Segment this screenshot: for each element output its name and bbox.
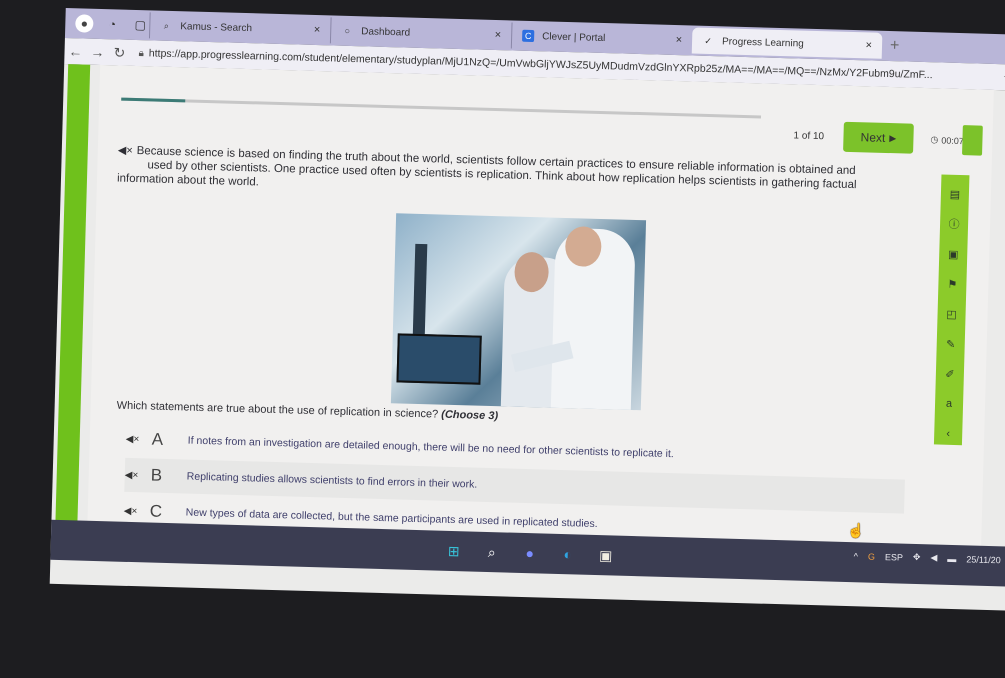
side-panel-tab[interactable] xyxy=(962,125,983,156)
passage: ◀× Because science is based on finding th… xyxy=(116,144,857,192)
hand-cursor-icon: ☝ xyxy=(847,522,866,539)
tab-actions-icon[interactable]: ▢ xyxy=(131,16,149,34)
favorite-star-icon[interactable]: ☆ xyxy=(994,68,1005,86)
edge-icon[interactable]: ◐ xyxy=(554,541,581,568)
close-tab-icon[interactable]: × xyxy=(495,29,502,41)
circle-icon: ○ xyxy=(344,25,351,36)
progress-fill xyxy=(121,97,186,103)
lab-scientists-image xyxy=(390,213,647,411)
left-accent-bar xyxy=(55,64,91,525)
store-icon[interactable]: ▣ xyxy=(592,542,619,569)
close-tab-icon[interactable]: × xyxy=(676,34,683,46)
info-icon[interactable]: ⓘ xyxy=(945,215,963,233)
new-tab-button[interactable]: + xyxy=(890,37,900,55)
question-counter: 1 of 10 xyxy=(793,130,825,143)
speaker-icon[interactable]: ◀× xyxy=(126,433,152,445)
sync-icon[interactable]: G xyxy=(868,551,875,561)
clock-icon: ◷ xyxy=(930,134,939,145)
windows-start-icon[interactable]: ⊞ xyxy=(440,538,467,565)
translate-icon[interactable]: a xyxy=(940,395,958,413)
progress-learning-icon: ✓ xyxy=(704,35,713,46)
timer: ◷ 00:07 xyxy=(930,134,964,146)
workspaces-icon[interactable]: ◔ xyxy=(103,15,121,33)
volume-icon[interactable]: ◀ xyxy=(930,552,937,563)
lock-icon: 🔒︎ xyxy=(138,48,145,60)
back-icon[interactable]: ← xyxy=(64,43,86,60)
pencil-icon[interactable]: ✎ xyxy=(941,335,959,353)
notes-icon[interactable]: ▣ xyxy=(944,245,962,263)
battery-icon[interactable]: ▬ xyxy=(947,553,956,563)
quiz-content: 1 of 10 Next ▶ ◷ 00:07 ◀× Because science… xyxy=(87,64,994,560)
chat-icon[interactable]: ● xyxy=(516,540,543,567)
reload-icon[interactable]: ↻ xyxy=(108,44,130,62)
play-arrow-icon: ▶ xyxy=(889,132,897,143)
highlighter-icon[interactable]: ✐ xyxy=(941,365,959,383)
chevron-up-icon[interactable]: ^ xyxy=(854,551,859,561)
network-icon[interactable]: ✥ xyxy=(913,552,921,563)
tab-progress-learning[interactable]: ✓ Progress Learning × xyxy=(691,27,883,59)
note-icon[interactable]: ◰ xyxy=(942,305,960,323)
clock-date[interactable]: 25/11/20 xyxy=(966,554,1001,565)
flag-icon[interactable]: ⚑ xyxy=(943,275,961,293)
collapse-icon[interactable]: ‹ xyxy=(939,425,957,443)
profile-icon[interactable]: ● xyxy=(75,14,94,33)
tab-clever-portal[interactable]: C Clever | Portal × xyxy=(510,22,693,54)
close-tab-icon[interactable]: × xyxy=(865,39,872,51)
language-indicator[interactable]: ESP xyxy=(885,552,903,562)
tab-dashboard[interactable]: ○ Dashboard × xyxy=(329,17,512,49)
screen: ● ◔ ▢ ⌕ Kamus - Search × ○ Dashboard × C… xyxy=(48,0,1005,667)
speaker-icon[interactable]: ◀× xyxy=(124,505,150,517)
speaker-icon[interactable]: ◀× xyxy=(118,145,133,157)
speaker-icon[interactable]: ◀× xyxy=(125,469,151,481)
next-button[interactable]: Next ▶ xyxy=(843,121,914,154)
search-icon: ⌕ xyxy=(163,20,169,31)
system-tray: ^ G ESP ✥ ◀ ▬ 25/11/20 xyxy=(854,550,1001,565)
search-icon[interactable]: ⌕ xyxy=(478,539,505,566)
clever-icon: C xyxy=(522,29,535,43)
close-tab-icon[interactable]: × xyxy=(314,24,321,36)
forward-icon[interactable]: → xyxy=(86,44,108,61)
progress-bar xyxy=(121,97,762,119)
tab-kamus-search[interactable]: ⌕ Kamus - Search × xyxy=(148,12,331,44)
calendar-icon[interactable]: ▤ xyxy=(946,185,964,203)
